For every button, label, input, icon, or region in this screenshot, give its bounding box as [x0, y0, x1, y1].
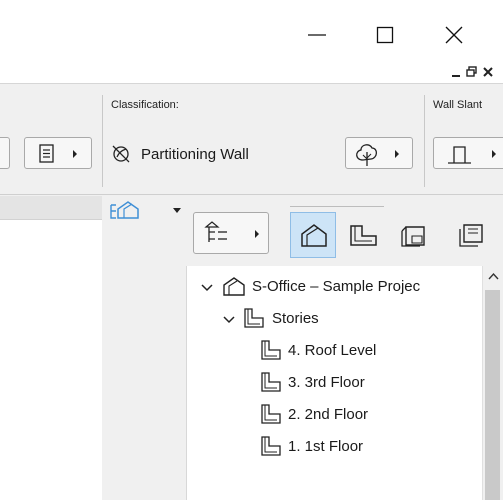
- story-icon: [350, 225, 377, 246]
- minimize-icon: [308, 34, 326, 36]
- chevron-down-icon: [201, 284, 213, 292]
- classification-caption: Classification:: [111, 99, 179, 111]
- chevron-down-icon: [223, 316, 235, 324]
- tree-classification-icon: [356, 144, 399, 166]
- document-list-icon: [39, 144, 77, 163]
- scroll-up-icon: [488, 272, 499, 280]
- classification-field[interactable]: Partitioning Wall: [110, 138, 340, 170]
- wall-slant-caption: Wall Slant: [433, 99, 483, 111]
- tree-row-stories[interactable]: Stories: [187, 304, 483, 334]
- story-icon: [261, 372, 281, 392]
- doc-close-icon: [483, 67, 493, 77]
- project-label: S-Office – Sample Projec: [252, 278, 421, 295]
- tree-row-project[interactable]: S-Office – Sample Projec: [187, 272, 483, 302]
- separator: [102, 95, 103, 187]
- layout-book-icon: [401, 226, 425, 247]
- house-icon: [301, 224, 327, 247]
- publisher-sets-icon: [459, 224, 483, 247]
- doc-restore-button[interactable]: [466, 66, 478, 78]
- tree-options-icon: [204, 221, 259, 242]
- info-box: Classification: Partitioning Wall Wall S…: [0, 85, 503, 195]
- drawing-tab-strip: [0, 196, 102, 220]
- story-label: 2. 2nd Floor: [288, 406, 369, 423]
- note-settings-button[interactable]: [24, 137, 92, 169]
- separator: [424, 95, 425, 187]
- leaf-slash-icon: [112, 145, 130, 163]
- tree-row-story[interactable]: 1. 1st Floor: [187, 432, 483, 462]
- story-label: 4. Roof Level: [288, 342, 377, 359]
- story-label: 3. 3rd Floor: [288, 374, 365, 391]
- tab-layout-book[interactable]: [392, 212, 438, 258]
- partial-field[interactable]: [0, 137, 10, 169]
- story-icon: [261, 404, 281, 424]
- maximize-icon: [376, 26, 394, 44]
- tree-row-story[interactable]: 4. Roof Level: [187, 336, 483, 366]
- maximize-button[interactable]: [367, 8, 413, 54]
- navigator-options-button[interactable]: [193, 212, 269, 254]
- story-icon: [261, 436, 281, 456]
- close-button[interactable]: [432, 8, 478, 54]
- minimize-button[interactable]: [297, 8, 343, 54]
- navigator-popup-button[interactable]: [106, 198, 186, 226]
- document-control-strip: [0, 60, 503, 84]
- tab-divider: [290, 206, 384, 207]
- window-title-bar: [0, 0, 503, 60]
- story-icon: [244, 308, 264, 328]
- close-icon: [445, 26, 463, 44]
- doc-minimize-icon: [452, 75, 460, 77]
- house-icon: [223, 277, 245, 296]
- doc-close-button[interactable]: [482, 66, 494, 78]
- tree-row-story[interactable]: 2. 2nd Floor: [187, 400, 483, 430]
- stories-label: Stories: [272, 310, 319, 327]
- story-icon: [261, 340, 281, 360]
- tab-publisher-sets[interactable]: [442, 212, 488, 258]
- wall-slant-button[interactable]: [433, 137, 503, 169]
- tree-row-story[interactable]: 3. 3rd Floor: [187, 368, 483, 398]
- classification-value: Partitioning Wall: [141, 145, 249, 163]
- drawing-area[interactable]: [0, 196, 102, 500]
- story-label: 1. 1st Floor: [288, 438, 364, 455]
- scrollbar-thumb[interactable]: [485, 290, 500, 500]
- doc-minimize-button[interactable]: [451, 66, 463, 78]
- tab-project-map[interactable]: [290, 212, 336, 258]
- project-map-popup-icon: [110, 201, 181, 219]
- navigator-tree: S-Office – Sample Projec Stories 4. Roof…: [186, 266, 482, 500]
- wall-slant-icon: [448, 146, 496, 164]
- classification-picker-button[interactable]: [345, 137, 413, 169]
- tab-view-map[interactable]: [342, 212, 388, 258]
- doc-restore-icon: [466, 66, 477, 77]
